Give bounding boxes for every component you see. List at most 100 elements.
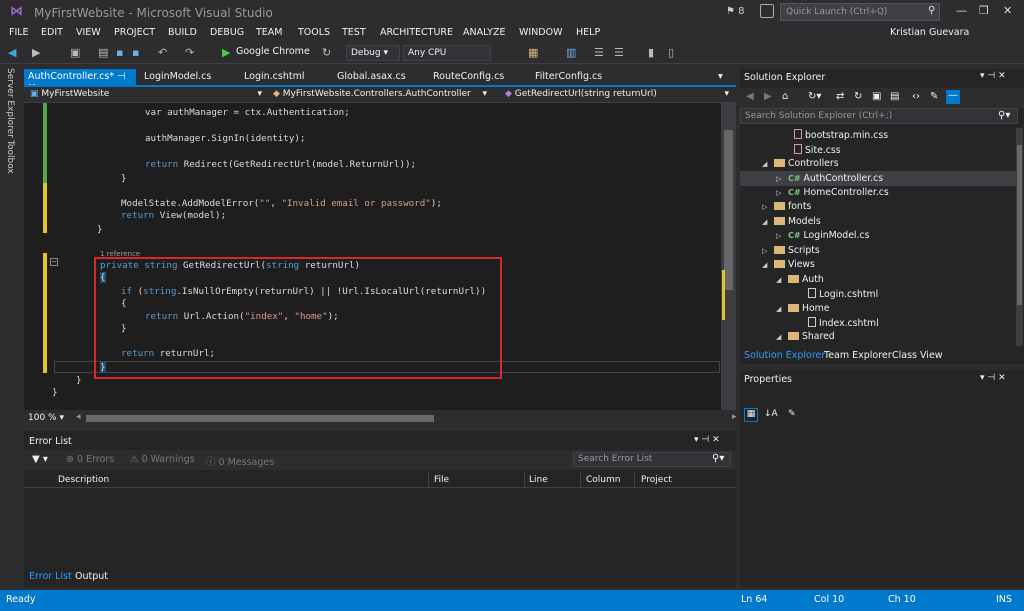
undo-icon[interactable]: ↶ [158, 46, 167, 59]
server-explorer-tab[interactable]: Server Explorer [5, 68, 15, 138]
open-file-icon[interactable]: ▤ [98, 46, 108, 59]
tab-class-view[interactable]: Class View [892, 350, 943, 361]
refresh-icon[interactable]: ↻ [322, 46, 331, 59]
column-column[interactable]: Column [586, 475, 620, 485]
close-button[interactable]: ✕ [1003, 4, 1012, 17]
platform-select[interactable]: Any CPU [403, 45, 491, 61]
home-icon[interactable]: ⌂ [782, 91, 788, 102]
run-target-label[interactable]: Google Chrome [236, 46, 310, 57]
tree-item[interactable]: Index.cshtml [808, 317, 879, 329]
solution-tools-icon[interactable]: ▦ [528, 46, 538, 59]
menu-view[interactable]: VIEW [76, 27, 101, 38]
menu-build[interactable]: BUILD [168, 27, 197, 38]
collapsed-arrow-icon[interactable]: ▷ [776, 175, 785, 183]
menu-architecture[interactable]: ARCHITECTURE [380, 27, 453, 38]
menu-test[interactable]: TEST [342, 27, 366, 38]
tab-overflow-icon[interactable]: ▾ [714, 69, 727, 85]
bookmark-icon[interactable]: ▮ [648, 46, 654, 59]
quick-launch-input[interactable]: Quick Launch (Ctrl+Q) [780, 3, 940, 21]
pending-changes-icon[interactable]: ↻▾ [808, 91, 821, 102]
maximize-button[interactable]: ❐ [979, 4, 989, 17]
column-description[interactable]: Description [58, 475, 109, 485]
bookmark-prev-icon[interactable]: ▯ [668, 46, 674, 59]
tab-solution-explorer[interactable]: Solution Explorer [744, 350, 825, 361]
view-code-icon[interactable]: ‹› [912, 91, 920, 102]
editor-horizontal-scroll-thumb[interactable] [86, 415, 434, 422]
sync-icon[interactable]: ⇄ [836, 91, 844, 102]
save-icon[interactable]: ▪ [116, 46, 123, 59]
property-pages-icon[interactable]: ✎ [788, 409, 796, 419]
back-icon[interactable]: ◀ [746, 91, 754, 102]
tree-item[interactable]: ▷ C# LoginModel.cs [776, 230, 869, 241]
categorized-icon[interactable]: ▦ [744, 408, 758, 422]
tab-loginmodel[interactable]: LoginModel.cs [140, 69, 215, 85]
menu-analyze[interactable]: ANALYZE [463, 27, 505, 38]
refresh-icon[interactable]: ↻ [854, 91, 862, 102]
outdent-icon[interactable]: ☰ [614, 46, 624, 59]
tab-filterconfig[interactable]: FilterConfig.cs [531, 69, 606, 85]
expanded-arrow-icon[interactable]: ◢ [776, 333, 785, 341]
tree-item[interactable]: Site.css [794, 144, 841, 156]
preview-icon[interactable]: — [946, 90, 960, 104]
new-project-icon[interactable]: ▣ [70, 46, 80, 59]
column-line[interactable]: Line [529, 475, 548, 485]
indent-icon[interactable]: ☰ [594, 46, 604, 59]
project-dropdown[interactable]: ▣ MyFirstWebsite ▾ [26, 88, 266, 102]
tree-item[interactable]: Login.cshtml [808, 288, 878, 300]
errors-toggle[interactable]: ⊗ 0 Errors [66, 454, 114, 465]
collapse-region-icon[interactable]: − [50, 258, 58, 266]
solution-search-icon[interactable]: ⚲▾ [998, 110, 1010, 121]
tree-item[interactable]: ◢ Shared [776, 331, 835, 342]
tab-output[interactable]: Output [75, 571, 108, 582]
messages-toggle[interactable]: ⓘ 0 Messages [206, 454, 274, 468]
toolbox-tab[interactable]: Toolbox [5, 140, 15, 174]
feedback-icon[interactable] [760, 4, 774, 18]
editor-vertical-scroll-thumb[interactable] [724, 130, 733, 290]
tab-authcontroller[interactable]: AuthController.cs* ⊣ ✕ [24, 69, 136, 93]
forward-icon[interactable]: ▶ [32, 46, 40, 59]
menu-edit[interactable]: EDIT [41, 27, 63, 38]
redo-icon[interactable]: ↷ [185, 46, 194, 59]
start-debugging-icon[interactable]: ▶ [222, 46, 230, 59]
column-project[interactable]: Project [641, 475, 672, 485]
configuration-select[interactable]: Debug ▾ [346, 45, 400, 61]
solution-scroll-thumb[interactable] [1017, 145, 1022, 305]
tree-item[interactable]: ◢ Views [762, 259, 815, 270]
collapsed-arrow-icon[interactable]: ▷ [776, 232, 785, 240]
menu-project[interactable]: PROJECT [114, 27, 155, 38]
warnings-toggle[interactable]: ⚠ 0 Warnings [130, 454, 195, 465]
tab-login-cshtml[interactable]: Login.cshtml [240, 69, 308, 85]
scroll-left-icon[interactable]: ◂ [76, 412, 81, 422]
alphabetical-icon[interactable]: ↓A [764, 409, 778, 419]
search-icon[interactable]: ⚲ [928, 5, 935, 16]
zoom-level-select[interactable]: 100 % ▾ [28, 413, 64, 423]
menu-team[interactable]: TEAM [256, 27, 283, 38]
collapsed-arrow-icon[interactable]: ▷ [762, 203, 771, 211]
show-all-files-icon[interactable]: ▤ [890, 91, 899, 102]
pin-icon[interactable]: ⊣ [117, 71, 125, 82]
tree-item[interactable]: bootstrap.min.css [794, 129, 888, 141]
column-file[interactable]: File [434, 475, 449, 485]
minimize-button[interactable]: — [956, 4, 967, 17]
expanded-arrow-icon[interactable]: ◢ [776, 276, 785, 284]
collapsed-arrow-icon[interactable]: ▷ [762, 247, 771, 255]
error-list-search-input[interactable]: Search Error List [573, 452, 731, 467]
menu-debug[interactable]: DEBUG [210, 27, 244, 38]
menu-help[interactable]: HELP [576, 27, 600, 38]
expanded-arrow-icon[interactable]: ◢ [762, 160, 771, 168]
forward-icon[interactable]: ▶ [764, 91, 772, 102]
user-name[interactable]: Kristian Guevara [890, 27, 969, 38]
tree-item[interactable]: ▷ Scripts [762, 245, 820, 256]
menu-tools[interactable]: TOOLS [298, 27, 330, 38]
properties-wrench-icon[interactable]: ✎ [930, 91, 938, 102]
tree-item[interactable]: ▷ C# AuthController.cs [776, 173, 883, 184]
tree-item[interactable]: ◢ Controllers [762, 158, 839, 169]
tab-team-explorer[interactable]: Team Explorer [824, 350, 892, 361]
tab-global-asax[interactable]: Global.asax.cs [333, 69, 410, 85]
expanded-arrow-icon[interactable]: ◢ [762, 261, 771, 269]
scroll-right-icon[interactable]: ▸ [732, 412, 737, 422]
panel-options-icon[interactable]: ▾ ⊣ ✕ [694, 435, 720, 445]
tree-item[interactable]: ◢ Auth [776, 274, 824, 285]
expanded-arrow-icon[interactable]: ◢ [762, 218, 771, 226]
collapsed-arrow-icon[interactable]: ▷ [776, 189, 785, 197]
